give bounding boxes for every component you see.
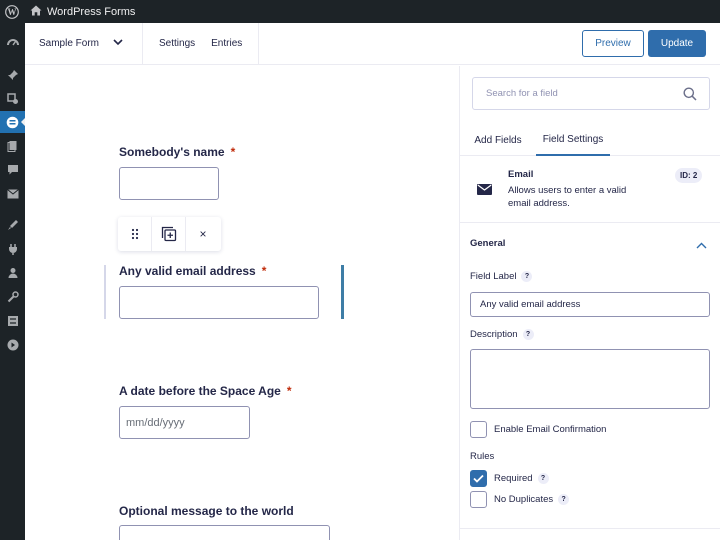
required-marker: * (261, 264, 267, 278)
field-label-email[interactable]: Any valid email address * (119, 264, 266, 278)
users-icon[interactable] (0, 262, 25, 284)
field-label-message: Optional message to the world (119, 504, 294, 518)
field-type-title: Email (508, 169, 534, 180)
nav-entries[interactable]: Entries (203, 38, 250, 49)
field-toolbar: × (118, 217, 221, 251)
setting-title-text: Field Label (470, 271, 517, 282)
forms-icon[interactable] (0, 111, 26, 133)
preview-button[interactable]: Preview (582, 30, 644, 57)
field-label-text: A date before the Space Age (119, 384, 281, 398)
description-textarea[interactable] (470, 349, 710, 409)
enable-email-confirmation-checkbox[interactable] (470, 421, 487, 438)
appearance-icon[interactable] (0, 214, 25, 236)
field-label-input-value: Any valid email address (480, 299, 581, 310)
date-input[interactable]: mm/dd/yyyy (119, 406, 250, 439)
chevron-down-icon (113, 38, 123, 49)
field-label-text: Any valid email address (119, 264, 256, 278)
form-name: Sample Form (39, 38, 100, 49)
search-icon (683, 87, 697, 104)
mail-icon[interactable] (0, 183, 25, 205)
field-label-text: Optional message to the world (119, 504, 294, 518)
plugins-icon[interactable] (0, 238, 25, 260)
setting-title-text: Description (470, 329, 518, 340)
enable-email-confirmation-label: Enable Email Confirmation (494, 424, 607, 435)
pin-icon[interactable] (0, 64, 25, 86)
pages-icon[interactable] (0, 135, 25, 157)
dashboard-icon[interactable] (0, 32, 25, 54)
admin-sidebar-menu (0, 23, 26, 540)
duplicate-icon[interactable] (152, 217, 186, 251)
form-canvas: Somebody's name * × Any valid email addre… (25, 66, 459, 540)
comments-icon[interactable] (0, 159, 25, 181)
general-section-heading[interactable]: General (470, 238, 505, 249)
field-label-date: A date before the Space Age * (119, 384, 292, 398)
settings-icon[interactable] (0, 310, 25, 332)
drag-handle-icon[interactable] (118, 217, 152, 251)
collapse-menu-icon[interactable] (0, 334, 25, 356)
field-label-name: Somebody's name * (119, 145, 235, 159)
media-icon[interactable] (0, 88, 25, 110)
editor-header: Sample Form Settings Entries Preview Upd… (25, 22, 720, 65)
email-field-icon (477, 182, 492, 200)
field-label-input[interactable]: Any valid email address (470, 292, 710, 317)
required-checkbox[interactable] (470, 470, 487, 487)
update-button[interactable]: Update (648, 30, 706, 57)
site-link[interactable]: WordPress Forms (30, 5, 135, 19)
section-divider (460, 528, 720, 529)
field-id-badge: ID: 2 (675, 168, 703, 183)
site-title: WordPress Forms (47, 5, 136, 18)
email-input[interactable] (119, 286, 319, 319)
selection-indicator-left (104, 265, 106, 319)
message-textarea[interactable] (119, 525, 330, 540)
delete-field-button[interactable]: × (186, 217, 220, 251)
help-icon[interactable]: ? (522, 329, 534, 340)
home-icon (30, 5, 42, 19)
header-divider (258, 22, 260, 65)
nav-settings[interactable]: Settings (151, 38, 203, 49)
field-info-card: Email Allows users to enter a valid emai… (460, 156, 720, 223)
field-label-setting-title: Field Label ? (470, 271, 533, 282)
field-search-input[interactable]: Search for a field (472, 77, 710, 110)
form-switcher[interactable]: Sample Form (25, 23, 143, 64)
required-marker: * (286, 384, 292, 398)
help-icon[interactable]: ? (558, 494, 570, 505)
sidebar-tabs: Add Fields Field Settings (460, 124, 720, 156)
no-duplicates-checkbox[interactable] (470, 491, 487, 508)
required-marker: * (230, 145, 236, 159)
tab-field-settings[interactable]: Field Settings (536, 124, 610, 156)
admin-bar: W WordPress Forms (0, 0, 720, 23)
selection-indicator-right (341, 265, 344, 319)
help-icon[interactable]: ? (537, 473, 549, 484)
required-label: Required ? (494, 473, 549, 484)
field-type-description: Allows users to enter a valid email addr… (508, 185, 627, 209)
name-input[interactable] (119, 167, 219, 200)
no-duplicates-label: No Duplicates ? (494, 494, 570, 505)
help-icon[interactable]: ? (521, 271, 533, 282)
wordpress-logo-icon[interactable]: W (0, 0, 24, 23)
checkmark-icon (473, 474, 484, 483)
tools-icon[interactable] (0, 286, 25, 308)
required-label-text: Required (494, 473, 533, 484)
date-placeholder: mm/dd/yyyy (126, 416, 185, 429)
tab-add-fields[interactable]: Add Fields (472, 124, 524, 156)
svg-text:W: W (8, 7, 17, 17)
rules-title-text: Rules (470, 451, 495, 462)
chevron-up-icon[interactable] (696, 236, 707, 254)
field-label-text: Somebody's name (119, 145, 225, 159)
rules-title: Rules (470, 451, 494, 462)
field-settings-sidebar: Search for a field Add Fields Field Sett… (459, 66, 720, 540)
description-setting-title: Description ? (470, 329, 534, 340)
no-duplicates-label-text: No Duplicates (494, 494, 554, 505)
search-placeholder: Search for a field (486, 88, 558, 99)
